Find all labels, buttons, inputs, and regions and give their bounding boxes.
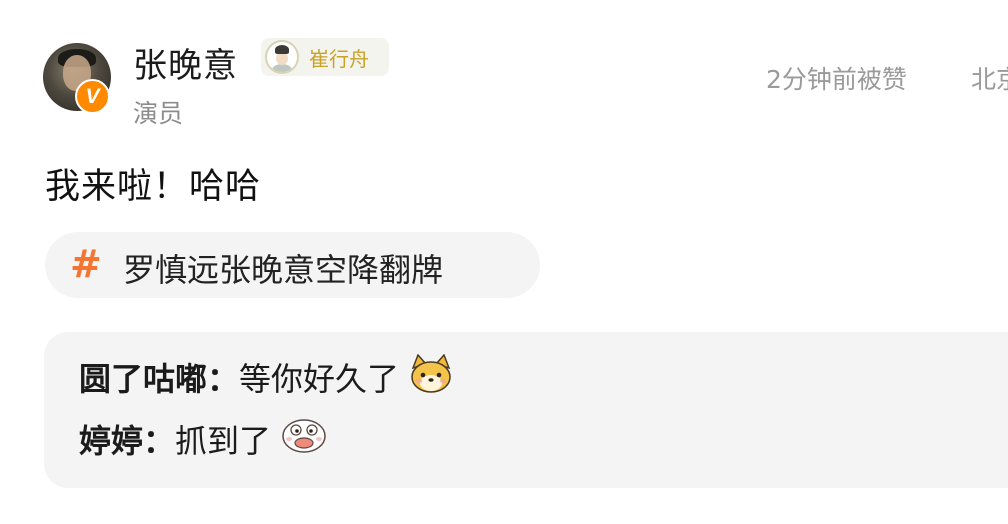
topic-label: 罗慎远张晚意空降翻牌	[123, 251, 444, 289]
weibo-post: V 张晚意 崔行舟 演员 2分钟前被赞 北京 我来啦！哈哈 # 罗慎远张晚意空降…	[0, 0, 1008, 524]
location-label: 北京	[971, 65, 1008, 94]
like-timestamp: 2分钟前被赞	[766, 65, 907, 94]
comment-item[interactable]: 婷婷：抓到了	[79, 416, 327, 466]
comment-text: 等你好久了	[239, 360, 400, 398]
duck-face-icon	[281, 417, 327, 463]
comment-author[interactable]: 婷婷：	[79, 422, 175, 460]
comment-item[interactable]: 圆了咕嘟：等你好久了	[79, 353, 453, 405]
post-content: 我来啦！哈哈	[45, 167, 262, 207]
comment-preview-panel[interactable]: 圆了咕嘟：等你好久了 婷婷：抓到了	[44, 332, 1008, 488]
character-avatar-icon	[265, 40, 299, 74]
shiba-dog-face-icon	[409, 353, 453, 402]
author-name[interactable]: 张晚意	[133, 38, 238, 87]
verified-badge-icon: V	[75, 79, 110, 114]
role-tag[interactable]: 崔行舟	[261, 38, 389, 76]
role-tag-label: 崔行舟	[309, 47, 369, 71]
comment-author[interactable]: 圆了咕嘟：	[79, 360, 239, 398]
topic-chip[interactable]: # 罗慎远张晚意空降翻牌	[45, 232, 540, 298]
hashtag-icon: #	[70, 242, 102, 286]
comment-text: 抓到了	[175, 422, 272, 460]
author-subtitle: 演员	[133, 99, 184, 128]
